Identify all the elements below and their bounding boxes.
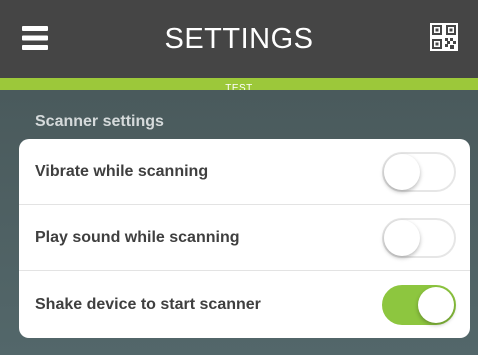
qr-code-icon	[430, 23, 458, 51]
qr-scan-button[interactable]	[430, 23, 458, 51]
shake-toggle[interactable]	[382, 284, 456, 325]
sound-toggle[interactable]	[382, 217, 456, 258]
toggle-knob	[418, 286, 454, 323]
setting-label: Shake device to start scanner	[35, 295, 261, 313]
setting-label: Play sound while scanning	[35, 228, 240, 246]
page-title: SETTINGS	[164, 23, 314, 55]
app-header: SETTINGS	[0, 0, 478, 78]
setting-label: Vibrate while scanning	[35, 162, 209, 180]
setting-row-shake: Shake device to start scanner	[19, 271, 470, 338]
environment-bar: TEST	[0, 78, 478, 94]
setting-row-sound: Play sound while scanning	[19, 205, 470, 271]
settings-card: Vibrate while scanning Play sound while …	[19, 139, 470, 338]
toggle-knob	[384, 219, 420, 256]
toggle-knob	[384, 153, 420, 190]
settings-content: Scanner settings Vibrate while scanning …	[0, 90, 478, 355]
vibrate-toggle[interactable]	[382, 151, 456, 192]
section-title: Scanner settings	[35, 113, 164, 130]
setting-row-vibrate: Vibrate while scanning	[19, 139, 470, 205]
